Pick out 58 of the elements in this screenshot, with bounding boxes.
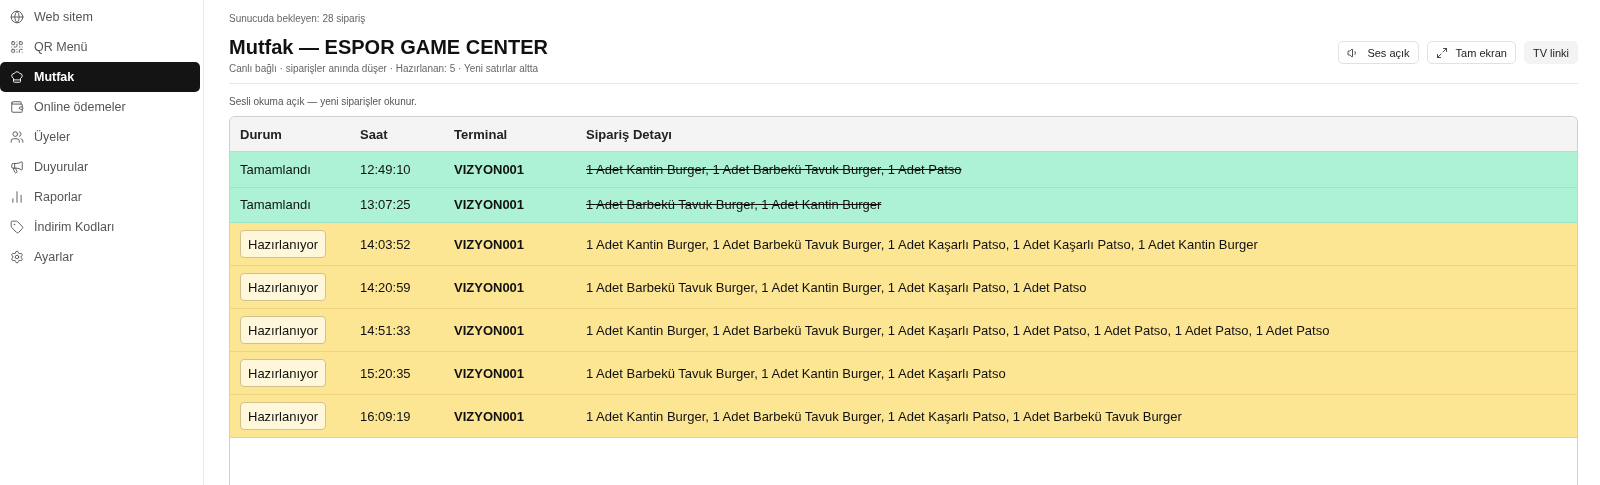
time-cell-text: 13:07:25 bbox=[360, 197, 412, 213]
sidebar-item[interactable]: Duyurular bbox=[0, 152, 200, 182]
time-cell-text: 16:09:19 bbox=[360, 408, 412, 424]
order-detail-cell-text: 1 Adet Kantin Burger, 1 Adet Barbekü Tavuk Burger, 1 Adet Patso bbox=[586, 161, 963, 177]
terminal-cell-text: VIZYON001 bbox=[454, 236, 526, 252]
globe-icon bbox=[10, 10, 24, 24]
sidebar-item[interactable]: İndirim Kodları bbox=[0, 212, 200, 242]
time-cell-text: 15:20:35 bbox=[360, 365, 412, 381]
sidebar-item[interactable]: Mutfak bbox=[0, 62, 200, 92]
tv-link-button[interactable]: TV linki bbox=[1523, 41, 1578, 64]
wallet-icon bbox=[10, 100, 24, 114]
terminal-cell-text: VIZYON001 bbox=[454, 365, 526, 381]
sidebar-item[interactable]: Ayarlar bbox=[0, 242, 200, 272]
megaphone-icon bbox=[10, 160, 24, 174]
sidebar-item[interactable]: Üyeler bbox=[0, 122, 200, 152]
time-cell-text: 14:51:33 bbox=[360, 322, 412, 338]
sidebar-item[interactable]: Web sitem bbox=[0, 2, 200, 32]
pending-orders-text: Sunucuda bekleyen: 28 sipariş bbox=[229, 13, 367, 24]
bar-chart-icon bbox=[10, 190, 24, 204]
time-cell-text: 14:20:59 bbox=[360, 279, 412, 295]
column-header: Terminal bbox=[454, 126, 509, 142]
order-detail-cell-text: 1 Adet Barbekü Tavuk Burger, 1 Adet Kantin Burger, 1 Adet Kaşarlı Patso, 1 Adet Patso bbox=[586, 279, 1088, 295]
terminal-cell-text: VIZYON001 bbox=[454, 279, 526, 295]
page-subtitle: Canlı bağlı · siparişler anında düşer · Hazırlanan: 5 · Yeni satırlar altta bbox=[229, 63, 540, 74]
status-cell-text: Tamamlandı bbox=[240, 197, 312, 213]
status-button[interactable]: Hazırlanıyor bbox=[240, 273, 327, 301]
qr-code-icon bbox=[10, 40, 24, 54]
status-button[interactable]: Hazırlanıyor bbox=[240, 402, 327, 430]
time-cell-text: 14:03:52 bbox=[360, 236, 412, 252]
users-icon bbox=[10, 130, 24, 144]
order-detail-cell-text: 1 Adet Kantin Burger, 1 Adet Barbekü Tavuk Burger, 1 Adet Kaşarlı Patso, 1 Adet Barbekü Tavuk Burger bbox=[586, 408, 1183, 424]
terminal-cell-text: VIZYON001 bbox=[454, 161, 526, 177]
order-detail-cell-text: 1 Adet Barbekü Tavuk Burger, 1 Adet Kantin Burger, 1 Adet Kaşarlı Patso bbox=[586, 365, 1007, 381]
terminal-cell-text: VIZYON001 bbox=[454, 197, 526, 213]
order-detail-cell-text: 1 Adet Kantin Burger, 1 Adet Barbekü Tavuk Burger, 1 Adet Kaşarlı Patso, 1 Adet Patso, 1 Adet Patso, 1 Adet Patso, 1 Adet Patso bbox=[586, 322, 1331, 338]
sound-button[interactable]: Ses açık bbox=[1338, 41, 1419, 64]
status-button[interactable]: Hazırlanıyor bbox=[240, 316, 327, 344]
settings-icon bbox=[10, 250, 24, 264]
tag-icon bbox=[10, 220, 24, 234]
terminal-cell-text: VIZYON001 bbox=[454, 408, 526, 424]
status-button[interactable]: Hazırlanıyor bbox=[240, 230, 327, 258]
time-cell-text: 12:49:10 bbox=[360, 161, 412, 177]
fullscreen-button[interactable]: Tam ekran bbox=[1426, 41, 1516, 64]
sidebar-item[interactable]: Online ödemeler bbox=[0, 92, 200, 122]
chef-hat-icon bbox=[10, 70, 24, 84]
sidebar-item[interactable]: Raporlar bbox=[0, 182, 200, 212]
order-detail-cell-text: 1 Adet Kantin Burger, 1 Adet Barbekü Tavuk Burger, 1 Adet Kaşarlı Patso, 1 Adet Kaşarlı Patso, 1 Adet Kantin Burger bbox=[586, 236, 1259, 252]
order-detail-cell-text: 1 Adet Barbekü Tavuk Burger, 1 Adet Kantin Burger bbox=[586, 197, 883, 213]
status-button[interactable]: Hazırlanıyor bbox=[240, 359, 327, 387]
column-header: Saat bbox=[360, 126, 389, 142]
expand-icon bbox=[1435, 46, 1448, 59]
column-header: Durum bbox=[240, 126, 283, 142]
voice-notice: Sesli okuma açık — yeni siparişler okunur. bbox=[229, 96, 418, 107]
page-title: Mutfak — ESPOR GAME CENTER bbox=[229, 36, 548, 59]
sidebar-item[interactable]: QR Menü bbox=[0, 32, 200, 62]
column-header: Sipariş Detayı bbox=[586, 126, 673, 142]
status-cell-text: Tamamlandı bbox=[240, 161, 312, 177]
terminal-cell-text: VIZYON001 bbox=[454, 322, 526, 338]
